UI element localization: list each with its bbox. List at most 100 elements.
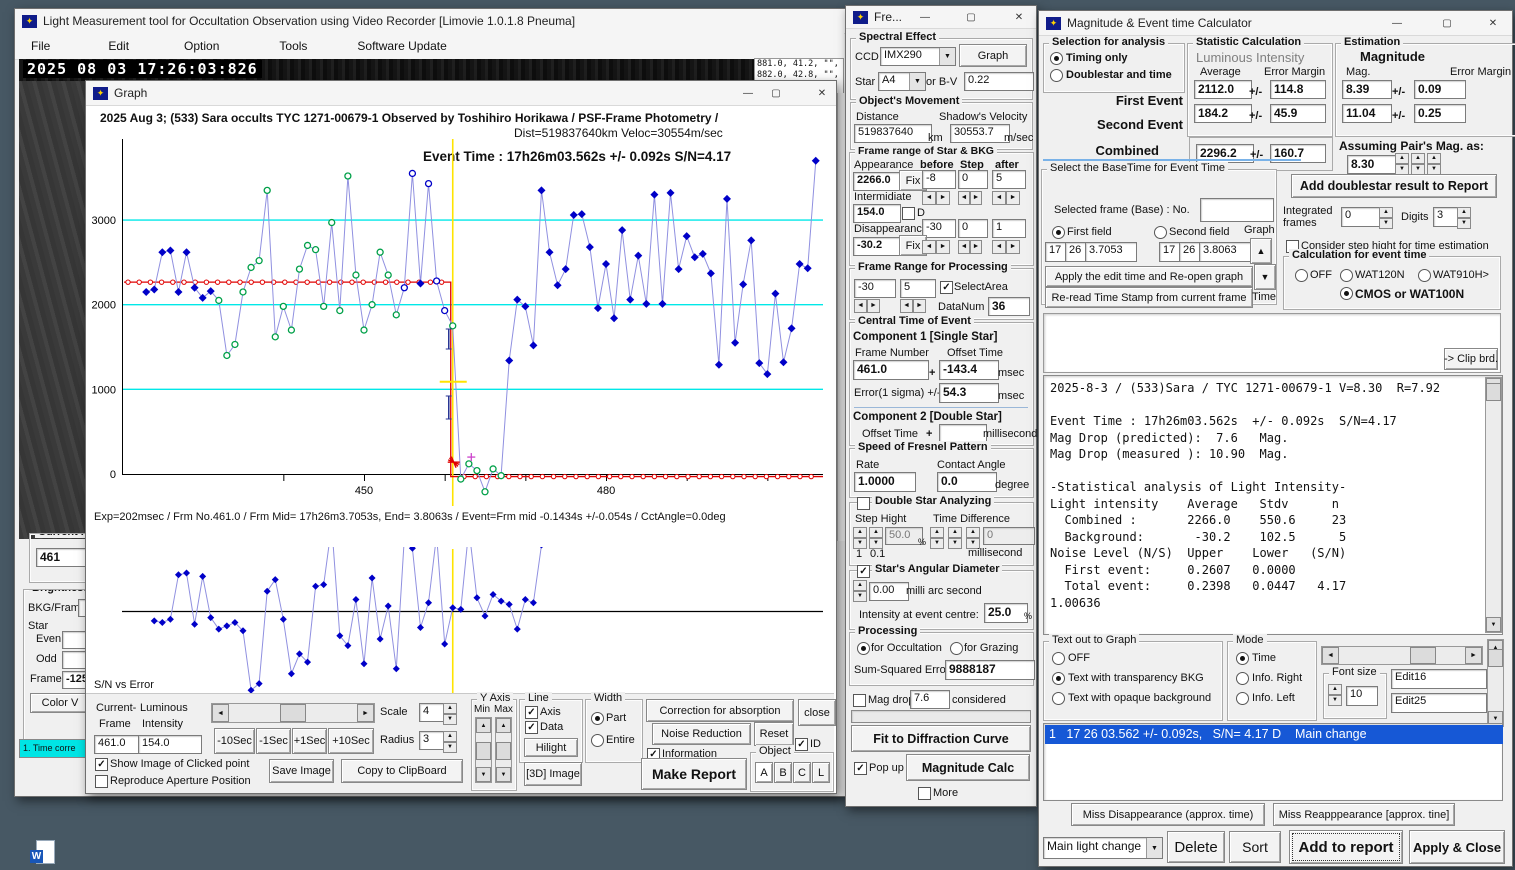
left-arrow-icon[interactable]: ◄ [1322, 647, 1339, 664]
reproduce-aperture-checkbox[interactable] [95, 775, 108, 788]
rate-field[interactable]: 1.0000 [854, 472, 916, 492]
miss-reappearance-button[interactable]: Miss Reapppearance [approx. tine] [1273, 803, 1455, 826]
after2-field[interactable]: 1 [992, 219, 1026, 238]
step2-field[interactable]: 0 [958, 219, 988, 238]
star-type-combo[interactable]: A4 ▼ [878, 72, 926, 91]
scroll-thumb[interactable] [496, 742, 511, 761]
close-button[interactable]: close [798, 699, 836, 726]
data-checkbox[interactable]: ✓ [525, 721, 538, 734]
save-image-button[interactable]: Save Image [269, 759, 334, 783]
event-frame-field[interactable]: 461.0 [853, 360, 929, 380]
second-avg-field[interactable]: 184.2 [1194, 104, 1252, 123]
after2-arrows[interactable]: ◄ ► [992, 240, 1020, 254]
selected-frame-field[interactable] [1200, 198, 1274, 222]
calculator-minimize-button[interactable]: — [1383, 11, 1411, 35]
step-hight-spinner2[interactable]: ▲ ▼ [869, 527, 883, 549]
pair-mag-spinner3[interactable]: ▲ ▼ [1427, 153, 1441, 175]
edit16-field[interactable]: Edit16 [1391, 669, 1487, 689]
apply-edit-time-button[interactable]: Apply the edit time and Re-open graph [1045, 266, 1253, 287]
selectarea-checkbox[interactable]: ✓ [940, 281, 953, 294]
cmos-radio[interactable] [1340, 287, 1353, 300]
menu-edit[interactable]: Edit [98, 35, 139, 57]
range-start-field[interactable]: -30 [854, 279, 896, 298]
intermidiate-field[interactable]: 154.0 [853, 204, 901, 223]
right-arrow-icon[interactable]: ► [936, 191, 950, 205]
up-arrow-icon[interactable]: ▲ [966, 527, 980, 538]
left-arrow-icon[interactable]: ◄ [958, 191, 970, 205]
color-button[interactable]: Color V [30, 693, 87, 713]
for-occultation-radio[interactable] [857, 642, 870, 655]
down-arrow-icon[interactable]: ▼ [1457, 218, 1471, 229]
time-down-button[interactable]: ▼ [1254, 264, 1276, 290]
menu-software-update[interactable]: Software Update [347, 35, 456, 57]
step2-arrows[interactable]: ◄ ► [958, 240, 982, 254]
sse-field[interactable]: 9888187 [945, 660, 1035, 680]
text-off-radio[interactable] [1052, 652, 1065, 665]
second-mag-em-field[interactable]: 0.25 [1414, 104, 1466, 123]
clip-board-button[interactable]: -> Clip brd. [1444, 348, 1498, 370]
scale-spinner[interactable]: ▲ ▼ [443, 703, 457, 725]
up-arrow-icon[interactable]: ▲ [443, 703, 457, 714]
contact-angle-field[interactable]: 0.0 [937, 472, 997, 492]
correction-absorption-button[interactable]: Correction for absorption [646, 699, 794, 722]
first-em-field[interactable]: 114.8 [1270, 80, 1326, 99]
light-change-combo[interactable]: Main light change ▼ [1043, 837, 1163, 859]
fresnel-minimize-button[interactable]: — [914, 6, 936, 28]
after1-arrows[interactable]: ◄ ► [992, 191, 1020, 205]
object-b-button[interactable]: B [774, 762, 792, 783]
angular-spinner[interactable]: ▲ ▼ [853, 580, 867, 602]
down-arrow-icon[interactable]: ▼ [1328, 695, 1342, 706]
up-arrow-icon[interactable]: ▲ [1427, 153, 1441, 164]
fit-diffraction-button[interactable]: Fit to Diffraction Curve [851, 725, 1031, 752]
time2-sec-field[interactable]: 3.8063 [1199, 242, 1251, 262]
up-arrow-icon[interactable]: ▲ [1328, 684, 1342, 695]
graph-close-button[interactable]: ✕ [808, 81, 836, 105]
result-listbox[interactable]: 1 17 26 03.562 +/- 0.092s, S/N= 4.17 D M… [1043, 723, 1503, 801]
mode-time-radio[interactable] [1236, 652, 1249, 665]
opaque-radio[interactable] [1052, 692, 1065, 705]
off-radio[interactable] [1295, 269, 1308, 282]
luminous-intensity-field[interactable]: 154.0 [138, 735, 202, 754]
up-arrow-icon[interactable]: ▲ [496, 718, 511, 733]
popup-checkbox[interactable]: ✓ [854, 762, 867, 775]
result-row-selected[interactable]: 1 17 26 03.562 +/- 0.092s, S/N= 4.17 D M… [1045, 725, 1503, 744]
pair-mag-field[interactable]: 8.30 [1347, 155, 1397, 174]
velocity-field[interactable]: 30553.7 [950, 124, 1010, 143]
td-spinner1[interactable]: ▲ ▼ [930, 527, 944, 549]
apply-close-button[interactable]: Apply & Close [1409, 830, 1505, 864]
intensity-centre-field[interactable]: 25.0 [984, 603, 1028, 623]
appearance-field[interactable]: 2266.0 [853, 172, 903, 191]
add-doublestar-button[interactable]: Add doublestar result to Report [1291, 174, 1497, 198]
integrated-frames-field[interactable]: 0 [1341, 207, 1383, 227]
axis-checkbox[interactable]: ✓ [525, 706, 538, 719]
right-arrow-icon[interactable]: ► [867, 299, 880, 313]
before1-arrows[interactable]: ◄ ► [922, 191, 950, 205]
graph-title-bar[interactable]: ✦ Graph [86, 81, 836, 106]
offset-time-field[interactable]: -143.4 [939, 360, 999, 380]
mag-drop-checkbox[interactable] [853, 694, 866, 707]
transparency-radio[interactable] [1052, 672, 1065, 685]
main-title-bar[interactable]: ✦ Light Measurement tool for Occultation… [15, 9, 846, 34]
ymax-scrollbar[interactable]: ▲ ▼ [495, 717, 512, 783]
down-arrow-icon[interactable]: ▼ [930, 538, 944, 549]
frame-scrollbar[interactable]: ◄ ► [211, 703, 375, 723]
noise-reduction-button[interactable]: Noise Reduction [652, 723, 751, 745]
up-arrow-icon[interactable]: ▲ [869, 527, 883, 538]
step1-field[interactable]: 0 [958, 170, 988, 189]
plus-10sec-button[interactable]: +10Sec [328, 728, 374, 754]
side-scrollbar[interactable]: ▲ ▼ [1487, 639, 1504, 727]
right-arrow-icon[interactable]: ► [1006, 191, 1020, 205]
minus-10sec-button[interactable]: -10Sec [214, 728, 255, 754]
left-arrow-icon[interactable]: ◄ [922, 240, 936, 254]
report-text-area[interactable]: 2025-8-3 / (533)Sara / TYC 1271-00679-1 … [1043, 375, 1503, 635]
menu-tools[interactable]: Tools [269, 35, 317, 57]
timing-only-radio[interactable] [1050, 52, 1063, 65]
datanum-field[interactable]: 36 [988, 297, 1030, 316]
down-arrow-icon[interactable]: ▼ [1379, 218, 1393, 229]
disappearance-field[interactable]: -30.2 [853, 237, 901, 256]
left-arrow-icon[interactable]: ◄ [958, 240, 970, 254]
error-sigma-field[interactable]: 54.3 [939, 383, 999, 403]
step-hight-spinner1[interactable]: ▲ ▼ [853, 527, 867, 549]
d-checkbox[interactable] [902, 207, 915, 220]
down-arrow-icon[interactable]: ▼ [476, 767, 491, 782]
